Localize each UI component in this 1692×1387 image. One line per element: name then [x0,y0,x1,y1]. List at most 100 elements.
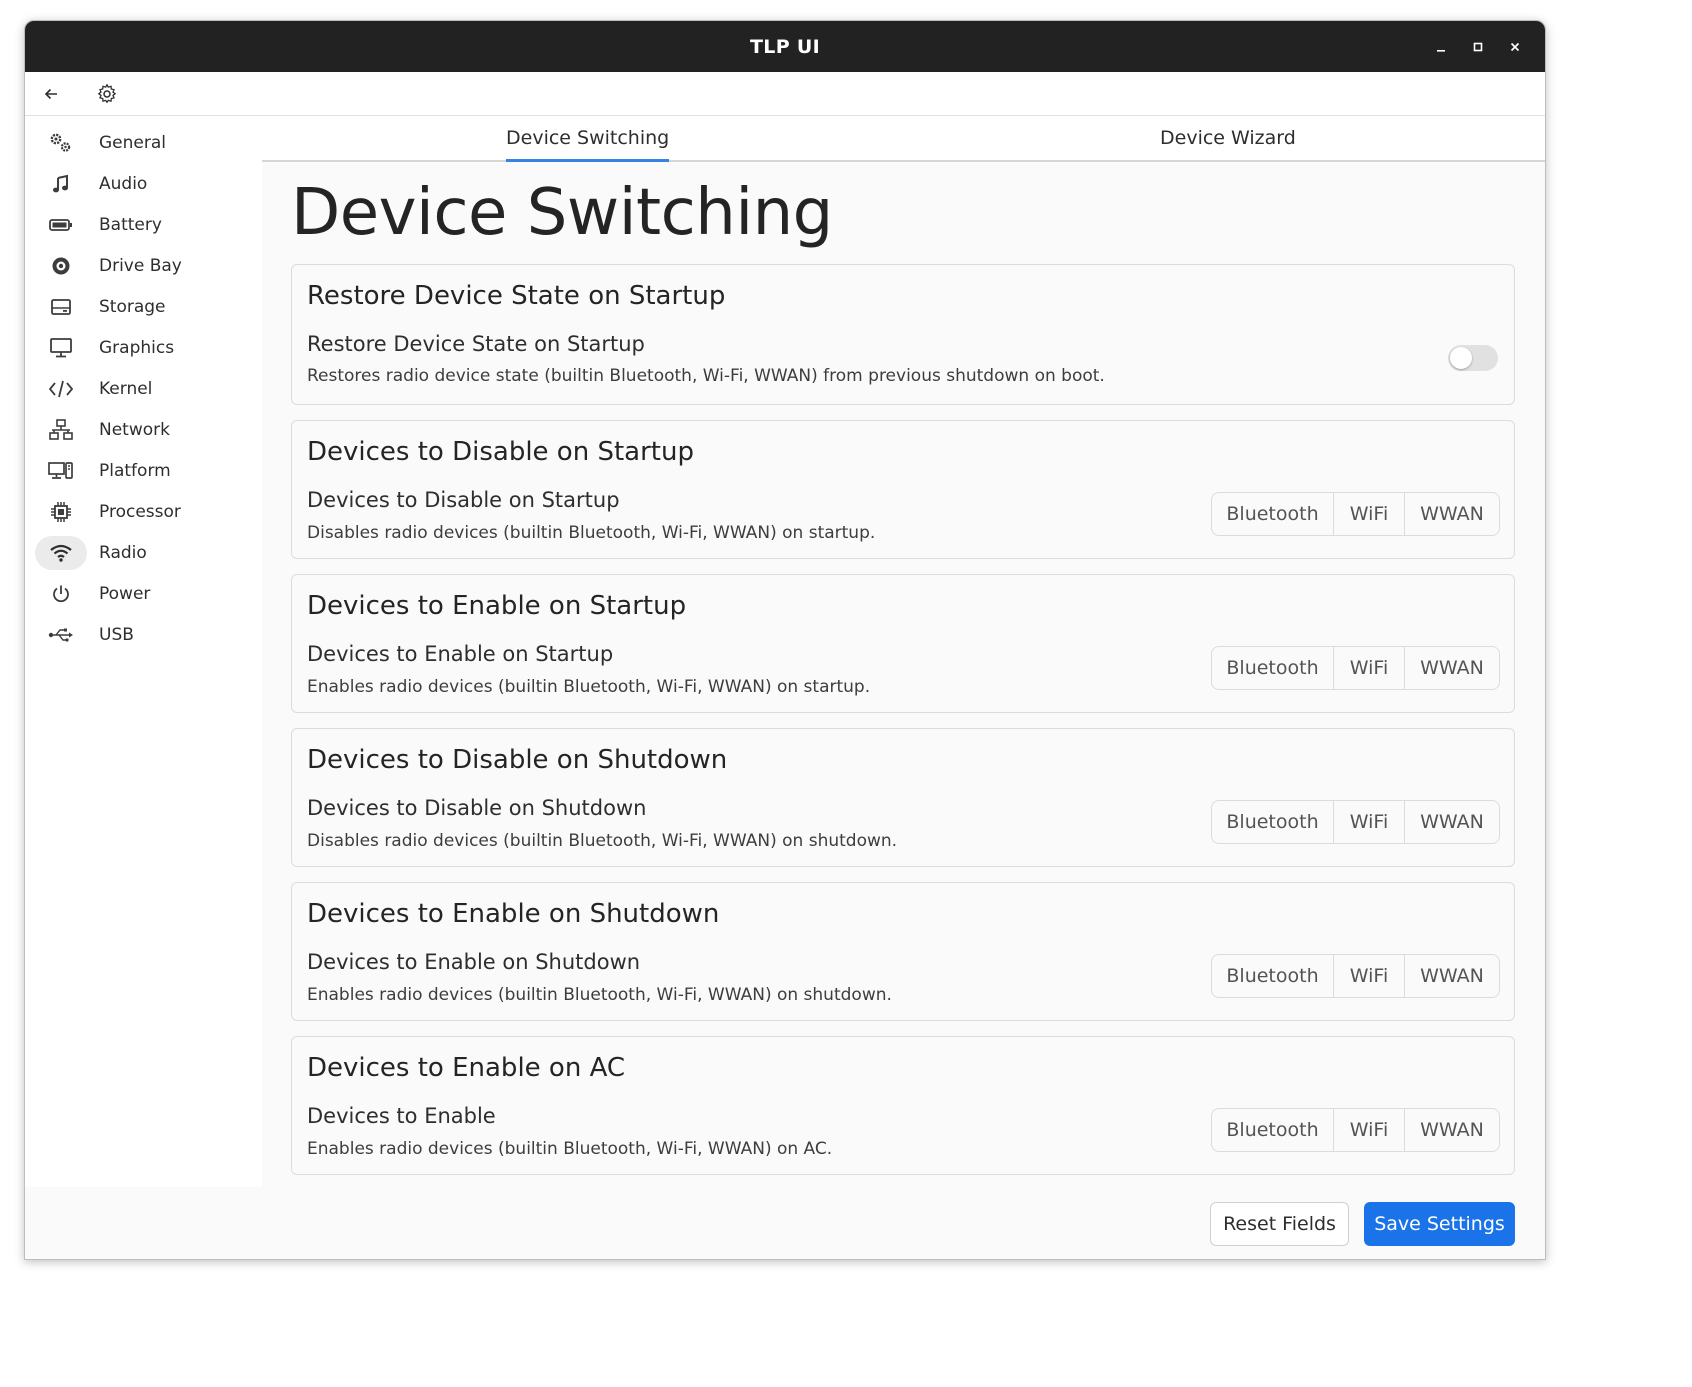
power-icon [35,577,87,611]
tab-label: Device Wizard [1160,127,1296,149]
card-title: Devices to Enable on AC [307,1053,626,1083]
option-bluetooth[interactable]: Bluetooth [1212,801,1333,843]
battery-icon [35,208,87,242]
restore-state-toggle[interactable] [1448,345,1498,371]
back-arrow-icon [44,88,57,100]
option-bluetooth[interactable]: Bluetooth [1212,647,1333,689]
row-title: Devices to Enable [307,1104,496,1128]
card-disable-on-startup: Devices to Disable on Startup Devices to… [291,420,1515,559]
tab-bar: Device Switching Device Wizard [262,116,1545,162]
music-note-icon [35,167,87,201]
page-title: Device Switching [291,176,833,250]
tab-label: Device Switching [506,127,670,149]
row-title: Restore Device State on Startup [307,332,645,356]
close-icon [1510,42,1519,51]
sidebar-item-usb[interactable]: USB [35,618,250,652]
option-wwan[interactable]: WWAN [1404,801,1499,843]
maximize-icon [1473,42,1482,51]
option-wifi[interactable]: WiFi [1333,955,1404,997]
platform-icon [35,454,87,488]
tab-device-switching[interactable]: Device Switching [506,116,670,162]
row-title: Devices to Disable on Startup [307,488,620,512]
option-wwan[interactable]: WWAN [1404,647,1499,689]
sidebar-item-graphics[interactable]: Graphics [35,331,250,365]
option-bluetooth[interactable]: Bluetooth [1212,1109,1333,1151]
card-enable-on-shutdown: Devices to Enable on Shutdown Devices to… [291,882,1515,1021]
app-window: TLP UI General Audio Battery Drive Bay S… [24,20,1546,1260]
sidebar-item-label: Kernel [99,379,153,399]
sidebar-item-drive-bay[interactable]: Drive Bay [35,249,250,283]
settings-button[interactable] [91,78,123,110]
row-title: Devices to Enable on Shutdown [307,950,641,974]
sidebar-item-label: Audio [99,174,148,194]
row-description: Enables radio devices (builtin Bluetooth… [307,677,871,697]
row-title: Devices to Disable on Shutdown [307,796,647,820]
row-description: Disables radio devices (builtin Bluetoot… [307,523,876,543]
card-title: Devices to Enable on Startup [307,591,687,621]
window-title: TLP UI [750,35,820,58]
header-bar [25,72,1545,116]
code-icon [35,372,87,406]
device-selector: Bluetooth WiFi WWAN [1211,800,1500,844]
sidebar-item-label: Network [99,420,170,440]
option-bluetooth[interactable]: Bluetooth [1212,493,1333,535]
back-button[interactable] [35,78,67,110]
row-description: Enables radio devices (builtin Bluetooth… [307,985,892,1005]
option-wifi[interactable]: WiFi [1333,647,1404,689]
sidebar-item-processor[interactable]: Processor [35,495,250,529]
row-description: Restores radio device state (builtin Blu… [307,366,1105,386]
sidebar-item-network[interactable]: Network [35,413,250,447]
sidebar-item-kernel[interactable]: Kernel [35,372,250,406]
sidebar-item-label: Battery [99,215,162,235]
option-wwan[interactable]: WWAN [1404,955,1499,997]
device-selector: Bluetooth WiFi WWAN [1211,646,1500,690]
sidebar-item-label: USB [99,625,134,645]
device-selector: Bluetooth WiFi WWAN [1211,492,1500,536]
sidebar-item-label: Processor [99,502,181,522]
row-description: Disables radio devices (builtin Bluetoot… [307,831,898,851]
option-wwan[interactable]: WWAN [1404,493,1499,535]
card-title: Devices to Disable on Startup [307,437,694,467]
option-wifi[interactable]: WiFi [1333,1109,1404,1151]
option-wifi[interactable]: WiFi [1333,493,1404,535]
disc-icon [35,249,87,283]
gear-icon [97,84,117,104]
card-title: Devices to Enable on Shutdown [307,899,720,929]
card-title: Devices to Disable on Shutdown [307,745,728,775]
tab-device-wizard[interactable]: Device Wizard [1160,116,1296,160]
card-enable-on-startup: Devices to Enable on Startup Devices to … [291,574,1515,713]
sidebar-item-radio[interactable]: Radio [35,536,250,570]
network-icon [35,413,87,447]
row-title: Devices to Enable on Startup [307,642,614,666]
maximize-button[interactable] [1459,28,1496,65]
sidebar-item-label: Radio [99,543,147,563]
save-settings-button[interactable]: Save Settings [1364,1202,1515,1246]
sidebar-item-battery[interactable]: Battery [35,208,250,242]
option-bluetooth[interactable]: Bluetooth [1212,955,1333,997]
sidebar-item-power[interactable]: Power [35,577,250,611]
cpu-icon [35,495,87,529]
sidebar: General Audio Battery Drive Bay Storage [25,116,262,1187]
close-button[interactable] [1496,28,1533,65]
card-enable-on-ac: Devices to Enable on AC Devices to Enabl… [291,1036,1515,1175]
sidebar-item-platform[interactable]: Platform [35,454,250,488]
card-disable-on-shutdown: Devices to Disable on Shutdown Devices t… [291,728,1515,867]
minimize-button[interactable] [1422,28,1459,65]
option-wwan[interactable]: WWAN [1404,1109,1499,1151]
sidebar-item-label: Power [99,584,151,604]
card-restore-device-state: Restore Device State on Startup Restore … [291,264,1515,405]
sidebar-item-label: General [99,133,166,153]
sidebar-item-general[interactable]: General [35,126,250,160]
reset-fields-button[interactable]: Reset Fields [1210,1202,1349,1246]
minimize-icon [1436,49,1445,52]
sidebar-item-storage[interactable]: Storage [35,290,250,324]
sidebar-item-audio[interactable]: Audio [35,167,250,201]
device-selector: Bluetooth WiFi WWAN [1211,954,1500,998]
device-selector: Bluetooth WiFi WWAN [1211,1108,1500,1152]
sidebar-item-label: Storage [99,297,166,317]
sidebar-item-label: Drive Bay [99,256,182,276]
usb-icon [35,618,87,652]
sidebar-item-label: Graphics [99,338,175,358]
gears-icon [35,126,87,160]
option-wifi[interactable]: WiFi [1333,801,1404,843]
